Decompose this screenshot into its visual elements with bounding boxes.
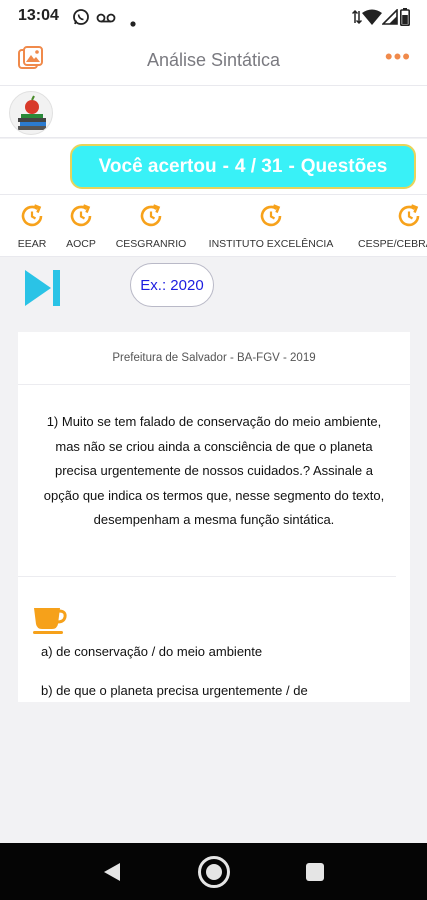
wifi-icon xyxy=(362,9,382,30)
refresh-clock-icon xyxy=(396,203,427,234)
recents-icon[interactable] xyxy=(306,863,324,886)
data-arrows-icon xyxy=(351,9,363,30)
refresh-clock-icon xyxy=(110,203,192,234)
answer-option-b[interactable]: b) de que o planeta precisa urgentemente… xyxy=(41,683,308,698)
coffee-cup-icon[interactable] xyxy=(32,602,68,641)
score-separator: - xyxy=(222,155,229,177)
back-icon[interactable] xyxy=(103,862,121,887)
home-icon[interactable] xyxy=(197,855,231,894)
question-card: Prefeitura de Salvador - BA-FGV - 2019 1… xyxy=(18,332,410,702)
notification-dot-icon xyxy=(130,14,136,32)
board-tab-label: CESGRANRIO xyxy=(115,238,187,250)
score-prefix: Você acertou xyxy=(98,155,217,177)
divider xyxy=(18,576,396,577)
signal-icon xyxy=(381,8,398,30)
board-tab-aocp[interactable]: AOCP xyxy=(56,203,106,250)
avatar[interactable] xyxy=(9,91,53,135)
answer-option-a[interactable]: a) de conservação / do meio ambiente xyxy=(41,644,262,659)
board-tab-eear[interactable]: EEAR xyxy=(4,203,60,250)
refresh-clock-icon xyxy=(4,203,60,234)
score-suffix: Questões xyxy=(300,155,388,177)
system-nav-bar xyxy=(0,843,427,900)
score-banner: Você acertou - 4 / 31 - Questões xyxy=(70,144,416,189)
board-tab-label: AOCP xyxy=(66,238,96,250)
profile-row xyxy=(0,86,427,138)
divider xyxy=(18,384,410,385)
refresh-clock-icon xyxy=(200,203,342,234)
question-source: Prefeitura de Salvador - BA-FGV - 2019 xyxy=(112,352,316,364)
voicemail-icon xyxy=(96,11,116,29)
whatsapp-icon xyxy=(72,8,90,31)
score-value: 4 / 31 xyxy=(234,155,283,177)
board-tab-label: EEAR xyxy=(17,238,47,250)
status-time: 13:04 xyxy=(18,7,59,24)
board-tab-cespe-cebraspe[interactable]: CESPE/CEBRASPE xyxy=(358,203,427,250)
battery-icon xyxy=(400,8,410,31)
board-tab-label: INSTITUTO EXCELÊNCIA xyxy=(208,238,334,250)
app-bar: Análise Sintática ••• xyxy=(0,34,427,86)
skip-next-icon[interactable] xyxy=(25,270,61,311)
year-filter-chip[interactable]: Ex.: 2020 xyxy=(130,263,214,307)
board-filter-bar: EEAR AOCP CESGRANRIO INSTITUTO EXCELÊNCI… xyxy=(0,195,427,257)
board-tab-instituto-excelencia[interactable]: INSTITUTO EXCELÊNCIA xyxy=(200,203,342,250)
status-bar: 13:04 xyxy=(0,0,427,34)
score-separator: - xyxy=(288,155,295,177)
refresh-clock-icon xyxy=(56,203,106,234)
more-options-icon[interactable]: ••• xyxy=(385,46,411,68)
score-row: Você acertou - 4 / 31 - Questões xyxy=(0,139,427,195)
board-tab-label: CESPE/CEBRASPE xyxy=(358,238,427,250)
question-text: 1) Muito se tem falado de conservação do… xyxy=(43,414,385,527)
page-title: Análise Sintática xyxy=(146,50,281,70)
board-tab-cesgranrio[interactable]: CESGRANRIO xyxy=(110,203,192,250)
